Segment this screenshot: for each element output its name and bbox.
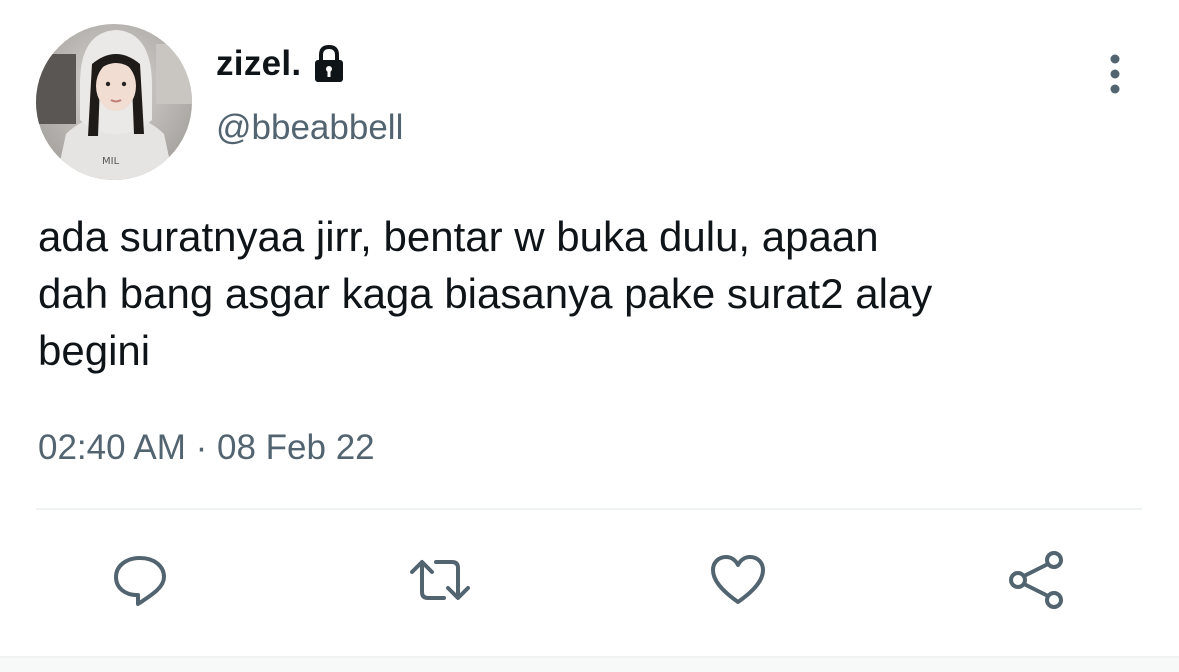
more-options-icon[interactable] (1098, 50, 1132, 100)
avatar[interactable]: MIL (36, 24, 192, 180)
retweet-icon (410, 560, 470, 600)
user-handle[interactable]: @bbeabbell (216, 108, 403, 148)
meta-separator: · (195, 428, 208, 467)
tweet-meta: 02:40 AM · 08 Feb 22 (38, 428, 375, 468)
like-icon (711, 555, 765, 604)
reply-button[interactable] (108, 548, 172, 612)
retweet-button[interactable] (408, 548, 472, 612)
action-bar (0, 548, 1179, 612)
svg-text:MIL: MIL (102, 156, 120, 167)
tweet-card: MIL zizel. @bbeabbell ada suratnyaa jirr… (0, 0, 1179, 672)
display-name-row: zizel. (216, 40, 347, 88)
tweet-date[interactable]: 08 Feb 22 (217, 428, 375, 467)
avatar-image: MIL (36, 24, 192, 180)
divider (36, 508, 1142, 510)
display-name[interactable]: zizel. (216, 44, 301, 84)
tweet-time[interactable]: 02:40 AM (38, 428, 186, 467)
tweet-text: ada suratnyaa jirr, bentar w buka dulu, … (38, 213, 933, 374)
bottom-divider (0, 656, 1179, 672)
share-icon (1009, 551, 1063, 609)
share-button[interactable] (1006, 548, 1070, 612)
reply-icon (114, 556, 166, 606)
lock-icon (311, 44, 347, 84)
like-button[interactable] (706, 548, 770, 612)
